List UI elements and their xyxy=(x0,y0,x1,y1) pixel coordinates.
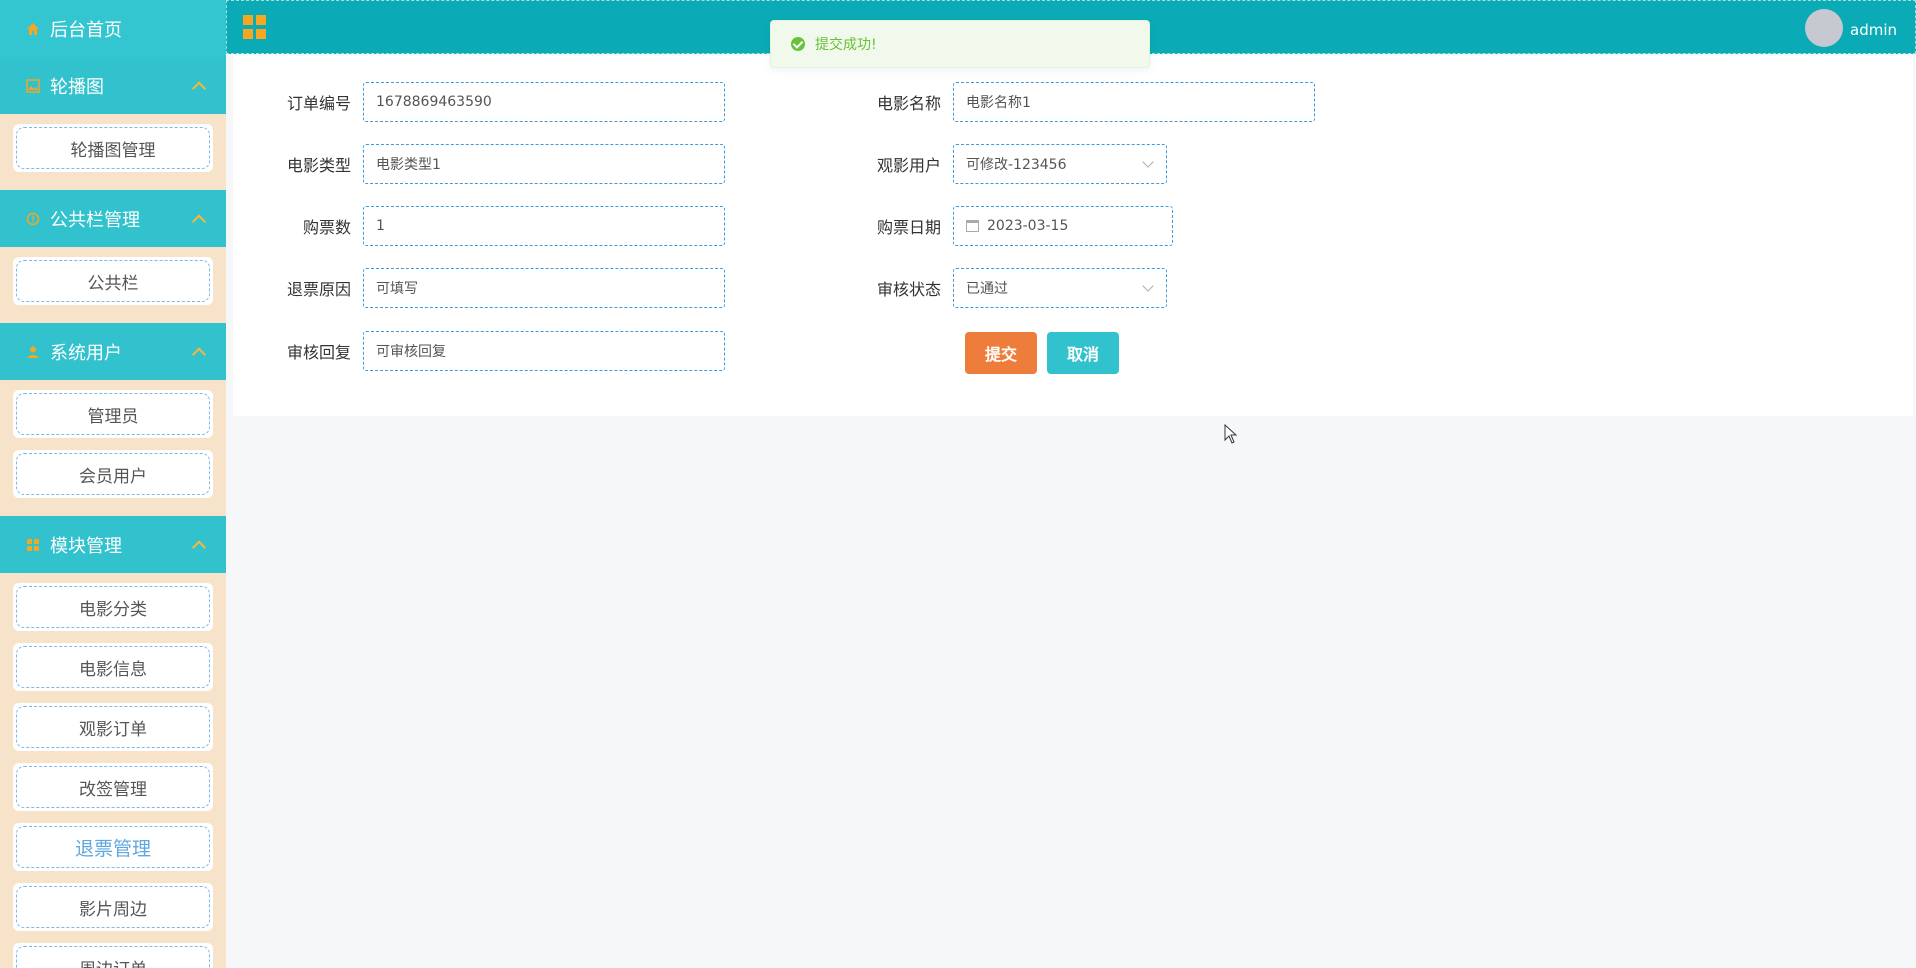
refund-reason-label: 退票原因 xyxy=(286,280,351,299)
field-order-no: 订单编号 xyxy=(233,82,725,122)
field-purchase-date: 购票日期 2023-03-15 xyxy=(823,206,1173,246)
sidebar-item-notice[interactable]: 公共栏 xyxy=(13,257,213,305)
sidebar-group-modules[interactable]: 模块管理 xyxy=(0,516,226,573)
review-reply-label: 审核回复 xyxy=(286,343,351,362)
ticket-count-input-box[interactable] xyxy=(363,206,725,246)
purchase-date-picker[interactable]: 2023-03-15 xyxy=(953,206,1173,246)
field-movie-type: 电影类型 xyxy=(233,144,725,184)
sidebar-group-title: 模块管理 xyxy=(50,535,122,557)
sidebar: 后台首页 轮播图 轮播图管理 公共栏管理 公共栏 系统用户 管理员 会员用户 模… xyxy=(0,0,226,968)
sidebar-item-movie-info[interactable]: 电影信息 xyxy=(13,643,213,691)
movie-type-input-box[interactable] xyxy=(363,144,725,184)
refund-reason-input-box[interactable] xyxy=(363,268,725,308)
viewer-label: 观影用户 xyxy=(876,156,941,175)
avatar[interactable] xyxy=(1805,9,1843,47)
movie-name-input[interactable] xyxy=(966,94,1302,110)
viewer-select[interactable]: 可修改-123456 xyxy=(953,144,1167,184)
app-root: 后台首页 轮播图 轮播图管理 公共栏管理 公共栏 系统用户 管理员 会员用户 模… xyxy=(0,0,1916,968)
sidebar-item-refund[interactable]: 退票管理 xyxy=(13,823,213,871)
username[interactable]: admin xyxy=(1850,21,1897,39)
field-viewer: 观影用户 可修改-123456 xyxy=(823,144,1167,184)
sidebar-group-items: 电影分类 电影信息 观影订单 改签管理 退票管理 影片周边 周边订单 xyxy=(0,573,226,968)
sidebar-group-carousel[interactable]: 轮播图 xyxy=(0,57,226,114)
chevron-up-icon xyxy=(191,213,207,229)
sidebar-home[interactable]: 后台首页 xyxy=(0,0,226,57)
sidebar-item-reschedule[interactable]: 改签管理 xyxy=(13,763,213,811)
ticket-count-label: 购票数 xyxy=(302,218,351,237)
field-review-status: 审核状态 已通过 xyxy=(823,268,1167,308)
sidebar-home-label: 后台首页 xyxy=(50,19,122,41)
sidebar-group-title: 公共栏管理 xyxy=(50,209,140,231)
movie-name-input-box[interactable] xyxy=(953,82,1315,122)
calendar-icon xyxy=(966,220,979,232)
viewer-select-value: 可修改-123456 xyxy=(966,157,1067,173)
form-panel: 订单编号 电影名称 电影类型 观影用户 可修改-123456 xyxy=(233,56,1913,416)
review-reply-input-box[interactable] xyxy=(363,331,725,371)
purchase-date-value: 2023-03-15 xyxy=(987,218,1069,234)
chevron-up-icon xyxy=(191,80,207,96)
image-icon xyxy=(24,77,42,95)
movie-type-input[interactable] xyxy=(376,156,712,172)
sidebar-group-items: 轮播图管理 xyxy=(0,114,226,190)
sidebar-group-notice[interactable]: 公共栏管理 xyxy=(0,190,226,247)
submit-button[interactable]: 提交 xyxy=(965,332,1037,374)
refund-reason-input[interactable] xyxy=(376,280,712,296)
sidebar-group-title: 轮播图 xyxy=(50,76,104,98)
chevron-down-icon xyxy=(1142,280,1154,292)
cancel-button[interactable]: 取消 xyxy=(1047,332,1119,374)
chevron-down-icon xyxy=(1142,156,1154,168)
movie-name-label: 电影名称 xyxy=(876,94,941,113)
sidebar-group-items: 管理员 会员用户 xyxy=(0,380,226,516)
review-status-label: 审核状态 xyxy=(876,280,941,299)
home-icon xyxy=(24,20,42,38)
chevron-up-icon xyxy=(191,539,207,555)
review-status-select[interactable]: 已通过 xyxy=(953,268,1167,308)
field-refund-reason: 退票原因 xyxy=(233,268,725,308)
sidebar-group-title: 系统用户 xyxy=(50,342,122,364)
sidebar-item-viewing-orders[interactable]: 观影订单 xyxy=(13,703,213,751)
field-ticket-count: 购票数 xyxy=(233,206,725,246)
field-review-reply: 审核回复 xyxy=(233,331,725,371)
purchase-date-label: 购票日期 xyxy=(876,218,941,237)
user-icon xyxy=(24,343,42,361)
success-toast: 提交成功! xyxy=(770,20,1150,68)
review-status-value: 已通过 xyxy=(966,281,1008,297)
sidebar-group-items: 公共栏 xyxy=(0,247,226,323)
sidebar-item-members[interactable]: 会员用户 xyxy=(13,450,213,498)
order-no-input[interactable] xyxy=(376,94,712,110)
sidebar-group-system-users[interactable]: 系统用户 xyxy=(0,323,226,380)
movie-type-label: 电影类型 xyxy=(286,156,351,175)
info-icon xyxy=(24,210,42,228)
chevron-up-icon xyxy=(191,346,207,362)
sidebar-item-movie-category[interactable]: 电影分类 xyxy=(13,583,213,631)
ticket-count-input[interactable] xyxy=(376,218,712,234)
check-circle-icon xyxy=(791,37,805,51)
review-reply-input[interactable] xyxy=(376,343,712,359)
field-movie-name: 电影名称 xyxy=(823,82,1315,122)
sidebar-item-merch-orders[interactable]: 周边订单 xyxy=(13,943,213,968)
toast-message: 提交成功! xyxy=(815,37,877,53)
sidebar-item-carousel-manage[interactable]: 轮播图管理 xyxy=(13,124,213,172)
sidebar-item-merch[interactable]: 影片周边 xyxy=(13,883,213,931)
sidebar-item-admin[interactable]: 管理员 xyxy=(13,390,213,438)
module-icon xyxy=(24,536,42,554)
order-no-label: 订单编号 xyxy=(286,94,351,113)
order-no-input-box[interactable] xyxy=(363,82,725,122)
mouse-cursor-icon xyxy=(1224,424,1238,444)
